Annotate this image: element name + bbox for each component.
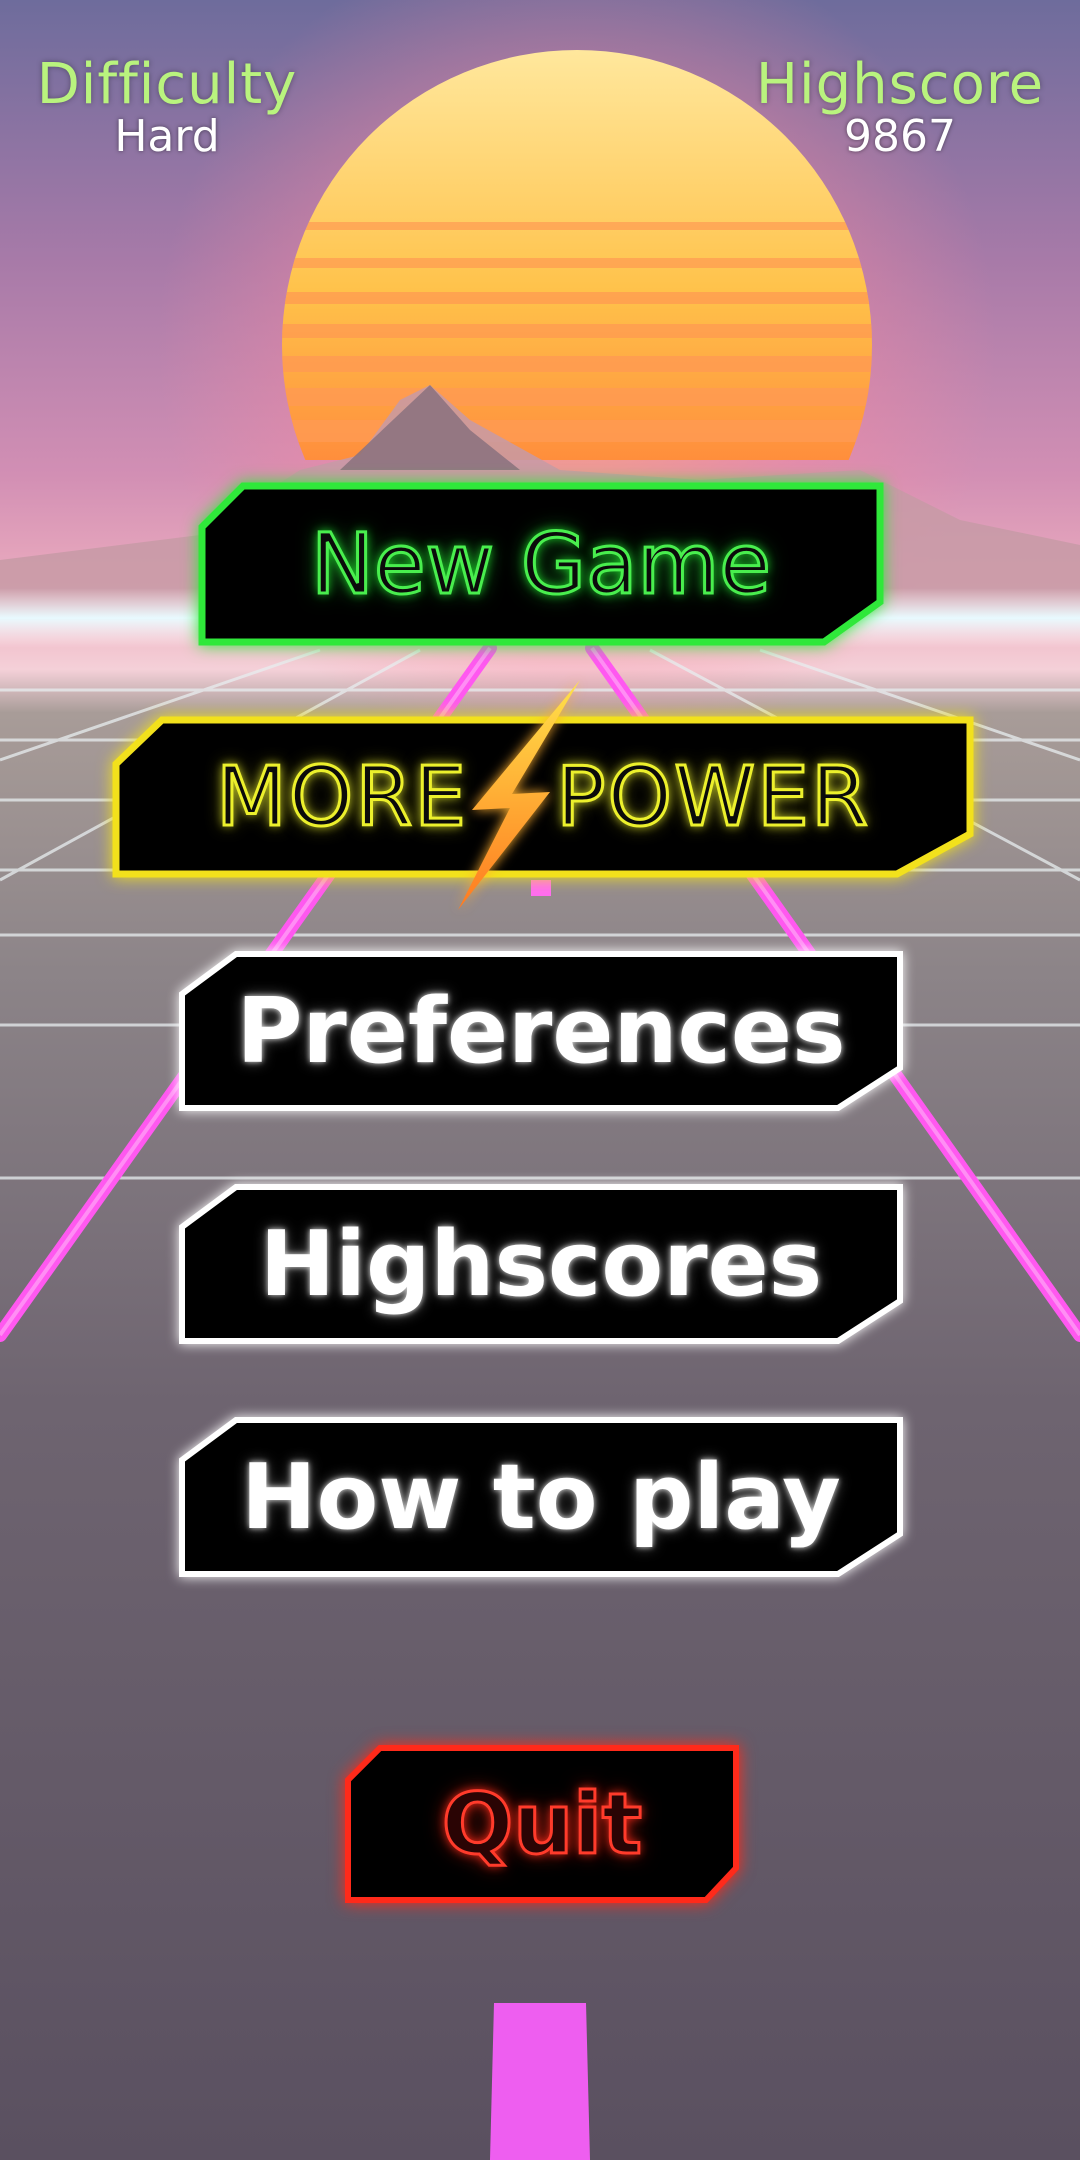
highscores-label: Highscores	[259, 1211, 823, 1317]
preferences-button[interactable]: Preferences	[178, 950, 904, 1112]
preferences-label: Preferences	[236, 978, 846, 1084]
highscores-button[interactable]: Highscores	[178, 1183, 904, 1345]
difficulty-display: Difficulty Hard	[22, 52, 312, 162]
how-to-play-button[interactable]: How to play	[178, 1416, 904, 1578]
difficulty-value: Hard	[114, 111, 220, 162]
quit-button[interactable]: Quit	[344, 1744, 740, 1904]
highscore-value: 9867	[844, 111, 956, 162]
road-dash	[490, 2003, 590, 2160]
highscore-display: Highscore 9867	[755, 52, 1045, 162]
game-background: Difficulty Hard Highscore 9867 New Game …	[0, 0, 1080, 2160]
how-to-play-label: How to play	[241, 1444, 841, 1550]
new-game-label: New Game	[310, 514, 773, 615]
difficulty-label: Difficulty	[36, 52, 298, 117]
quit-label: Quit	[440, 1774, 643, 1875]
highscore-label: Highscore	[755, 52, 1045, 117]
new-game-button[interactable]: New Game	[198, 482, 884, 646]
more-power-button[interactable]: MORE POWER	[112, 680, 974, 910]
lightning-bolt-icon	[458, 680, 580, 910]
